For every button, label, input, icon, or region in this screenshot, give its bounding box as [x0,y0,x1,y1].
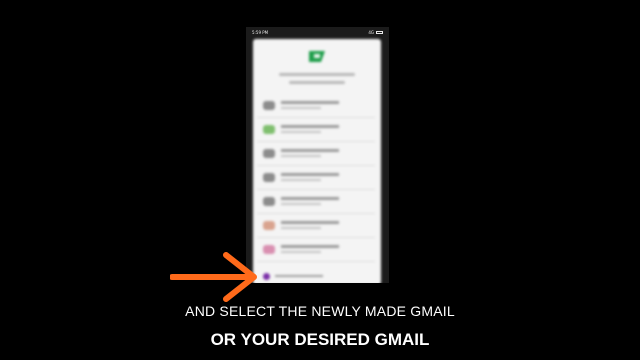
account-chooser-dialog [253,39,381,283]
network-indicator: 4G [368,29,374,35]
dialog-subheading [289,81,345,84]
account-row[interactable] [257,167,375,190]
caption-line-1: AND SELECT THE NEWLY MADE GMAIL [185,303,455,319]
account-avatar [263,101,275,110]
account-row[interactable] [257,119,375,142]
account-row[interactable] [257,95,375,118]
phone-screen: 5:59 PM 4G [246,27,389,283]
status-time: 5:59 PM [252,29,269,35]
status-bar: 5:59 PM 4G [246,27,389,37]
account-avatar [263,245,275,254]
battery-icon [376,30,383,34]
account-avatar [263,149,275,158]
account-row[interactable] [257,191,375,214]
account-row[interactable] [257,215,375,238]
account-avatar [263,197,275,206]
pointer-arrow-icon [170,252,257,302]
caption-line-2: OR YOUR DESIRED GMAIL [210,330,430,349]
account-avatar [263,173,275,182]
play-games-logo-icon [309,51,325,62]
account-row[interactable] [257,239,375,262]
new-account-row[interactable] [257,271,375,283]
dialog-heading [279,73,355,76]
account-avatar [263,273,270,280]
account-avatar [263,221,275,230]
account-row[interactable] [257,143,375,166]
account-avatar [263,125,275,134]
